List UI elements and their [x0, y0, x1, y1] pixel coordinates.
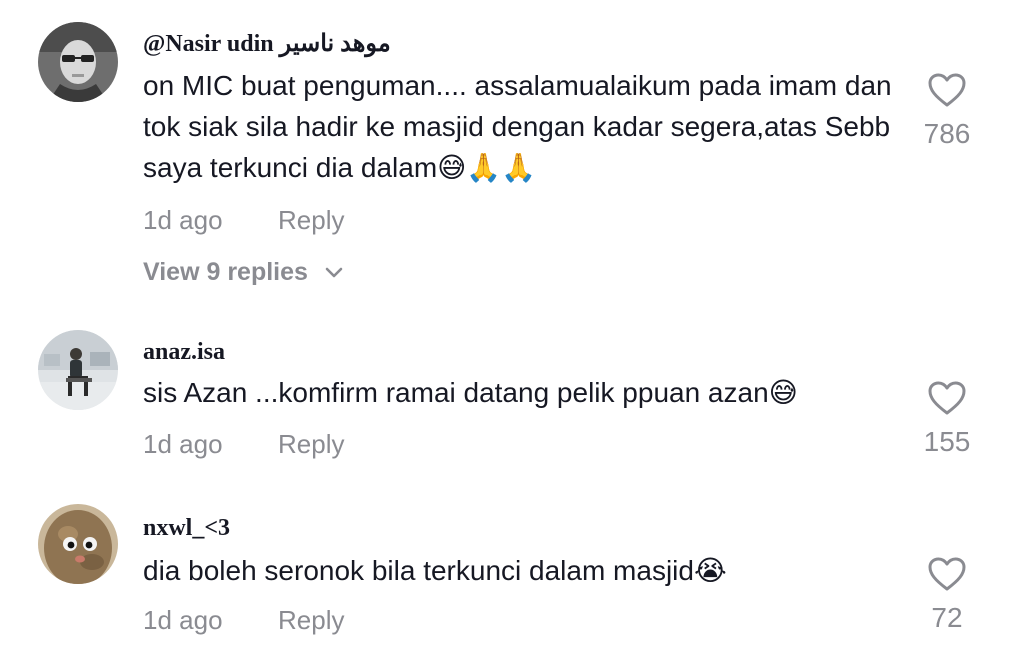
comment-meta: 1d ago Reply — [143, 604, 344, 636]
like-count: 786 — [923, 118, 971, 149]
view-replies-label: View 9 replies — [143, 258, 308, 286]
comment-meta: 1d ago Reply — [143, 428, 344, 460]
comment-timestamp: 1d ago — [143, 205, 223, 235]
heart-icon[interactable] — [902, 556, 992, 597]
avatar[interactable] — [38, 330, 118, 410]
comment-username[interactable]: anaz.isa — [143, 337, 225, 367]
comment-text: on MIC buat penguman.... assalamualaikum… — [143, 70, 900, 183]
chevron-down-icon — [325, 255, 343, 287]
like-count: 72 — [931, 602, 963, 633]
comment-item: nxwl_<3 dia boleh seronok bila terkunci … — [0, 480, 1032, 652]
avatar[interactable] — [38, 22, 118, 102]
heart-icon[interactable] — [902, 380, 992, 421]
comment-username[interactable]: nxwl_<3 — [143, 513, 230, 543]
like-button[interactable]: 786 — [902, 72, 992, 151]
like-button[interactable]: 72 — [902, 556, 992, 635]
comment-item: @Nasir udin موهد ناسير on MIC buat pengu… — [0, 0, 1032, 300]
comment-text: sis Azan ...komfirm ramai datang pelik p… — [143, 377, 798, 408]
comment-item: anaz.isa sis Azan ...komfirm ramai datan… — [0, 300, 1032, 480]
reply-button[interactable]: Reply — [278, 204, 344, 236]
like-count: 155 — [923, 426, 971, 457]
comment-meta: 1d ago Reply — [143, 204, 344, 236]
heart-icon[interactable] — [902, 72, 992, 113]
potato-character-avatar-icon — [38, 504, 118, 584]
like-button[interactable]: 155 — [902, 380, 992, 459]
comment-username[interactable]: @Nasir udin موهد ناسير — [143, 29, 391, 59]
comment-timestamp: 1d ago — [143, 429, 223, 459]
reply-button[interactable]: Reply — [278, 428, 344, 460]
avatar[interactable] — [38, 504, 118, 584]
reply-button[interactable]: Reply — [278, 604, 344, 636]
grayscale-face-avatar-icon — [38, 22, 118, 102]
comment-text: dia boleh seronok bila terkunci dalam ma… — [143, 555, 727, 586]
view-replies-button[interactable]: View 9 replies — [143, 256, 343, 288]
person-sitting-avatar-icon — [38, 330, 118, 410]
comment-timestamp: 1d ago — [143, 605, 223, 635]
